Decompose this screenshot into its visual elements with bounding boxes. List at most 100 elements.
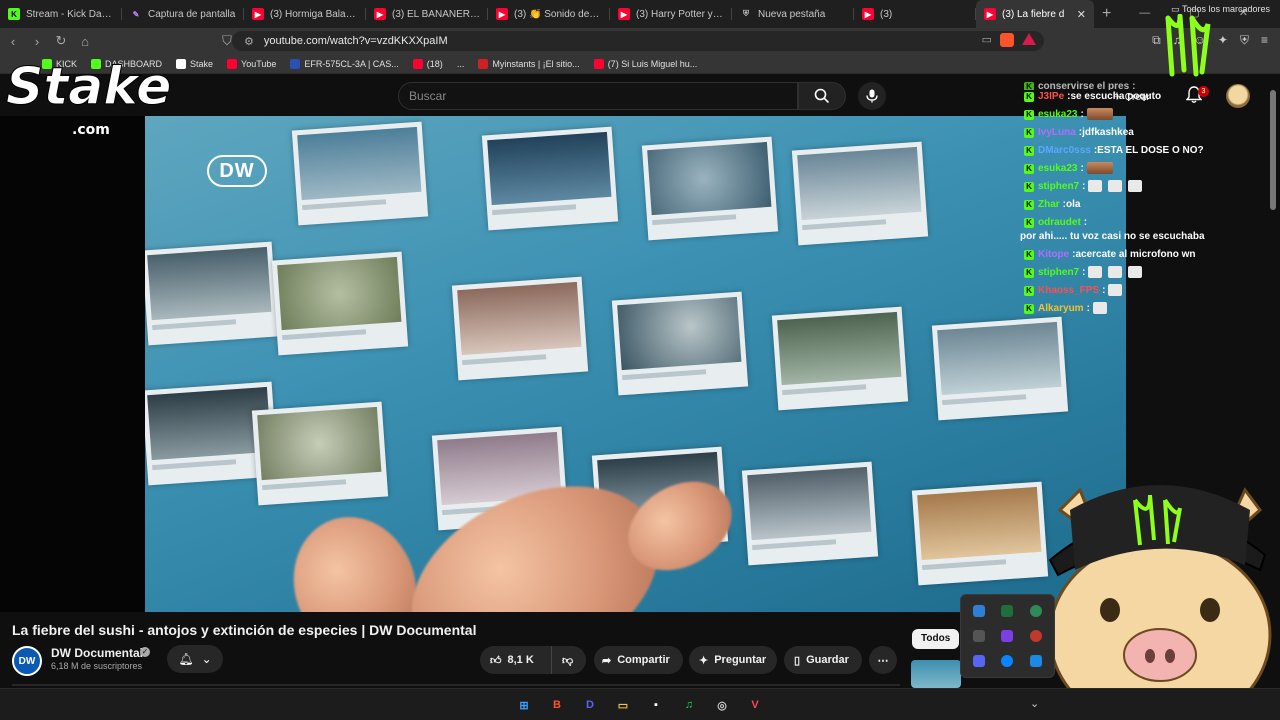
cast-icon[interactable]: ▭	[982, 33, 992, 47]
video-frame	[145, 116, 1126, 612]
forward-icon[interactable]: ›	[26, 34, 48, 49]
filter-chip-all[interactable]: Todos	[912, 629, 960, 649]
back-icon[interactable]: ‹	[2, 34, 24, 49]
bookmark-item[interactable]: (18)	[412, 58, 443, 69]
bookmark-favicon	[478, 58, 489, 69]
bookmark-item[interactable]: YouTube	[227, 58, 276, 69]
kick-badge-icon: K	[1024, 110, 1034, 120]
browser-tab[interactable]: ▶ (3) Hormiga Bala | Do	[244, 0, 366, 28]
page-scrollbar[interactable]	[1270, 90, 1276, 210]
fish-photo-card	[251, 401, 389, 506]
windows-taskbar: ⊞ B D ▭ ▪ ♫ ◎ V ⌄	[0, 688, 1280, 720]
bookmark-item[interactable]: EFR-575CL-3A | CAS...	[290, 58, 399, 69]
tray-app-icon[interactable]	[973, 605, 986, 618]
tray-app-icon[interactable]	[1001, 629, 1014, 642]
valorant-icon[interactable]: V	[745, 695, 765, 715]
kick-badge-icon: K	[1024, 146, 1034, 156]
youtube-icon: ▶	[618, 8, 630, 20]
vpn-icon[interactable]: ⛨	[1240, 33, 1249, 48]
extensions-icon[interactable]: ⧉	[1152, 33, 1161, 48]
browser-tab[interactable]: ▶ (3) EL BANANERO - I	[366, 0, 488, 28]
bookmark-item[interactable]: (7) Si Luis Miguel hu...	[593, 58, 697, 69]
search-input[interactable]: Buscar	[398, 82, 798, 110]
browser-tab[interactable]: ▶ (3)	[854, 0, 976, 28]
chat-text: por ahi..... tu voz casi no se escuchaba	[1020, 231, 1205, 242]
channel-avatar[interactable]: DW	[12, 646, 42, 676]
chat-username: Khaoss_FPS	[1038, 285, 1100, 296]
stream-chat-overlay: Kconservirse el pres: K J3IPe: se escucha…	[1020, 80, 1260, 320]
browser-tab[interactable]: ▶ (3) La fiebre d ✕	[976, 0, 1094, 28]
nvidia-icon[interactable]	[1001, 605, 1014, 618]
file-explorer-icon[interactable]: ▭	[613, 695, 633, 715]
chat-emote	[1108, 266, 1123, 278]
stake-logo-sub: .com	[72, 122, 110, 138]
tab-title: (3) EL BANANERO - I	[392, 8, 480, 20]
recommended-video-thumbnail[interactable]	[911, 660, 961, 688]
video-player[interactable]	[0, 116, 1126, 612]
kick-badge-icon: K	[1024, 92, 1034, 102]
discord-tray-icon[interactable]	[973, 654, 986, 667]
extension-icon[interactable]: ✦	[1218, 33, 1228, 48]
new-tab-button[interactable]: +	[1102, 5, 1111, 23]
dislike-button[interactable]: 👎︎	[552, 654, 573, 667]
close-tab-icon[interactable]: ✕	[1077, 8, 1086, 21]
share-button[interactable]: ➦ Compartir	[594, 646, 683, 674]
tray-app-icon[interactable]	[973, 629, 986, 642]
mic-icon	[866, 89, 878, 103]
brave-shields-icon[interactable]	[1000, 33, 1014, 47]
mic-tray-icon[interactable]	[1029, 629, 1042, 642]
channel-name[interactable]: DW Documental	[51, 646, 143, 660]
kick-badge-icon: K	[1024, 82, 1034, 90]
ask-button[interactable]: ✦ Preguntar	[689, 646, 777, 674]
cat-avatar-overlay	[1048, 485, 1272, 720]
browser-tab[interactable]: K Stream - Kick Dashbo	[0, 0, 122, 28]
search-button[interactable]	[798, 82, 846, 110]
tab-title: (3)	[880, 8, 893, 20]
app-icon[interactable]: ▪	[646, 695, 666, 715]
voice-search-button[interactable]	[858, 82, 886, 110]
browser-tab[interactable]: ▶ (3) 👏 Sonido de ap	[488, 0, 610, 28]
chat-username: stiphen7	[1038, 181, 1080, 192]
video-title: La fiebre del sushi - antojos y extinció…	[12, 622, 477, 638]
tray-app-icon[interactable]	[1029, 605, 1042, 618]
bookmark-item[interactable]: ...	[457, 59, 465, 69]
browser-tab[interactable]: ▶ (3) Harry Potter y las	[610, 0, 732, 28]
bookmark-item[interactable]: Myinstants | ¡El sitio...	[478, 58, 580, 69]
system-tray-overflow	[960, 594, 1055, 678]
save-button[interactable]: ▯ Guardar	[784, 646, 862, 674]
like-button[interactable]: 👍︎ 8,1 K	[480, 646, 552, 674]
chat-message: Kesuka23:	[1020, 162, 1260, 176]
chat-separator: :	[1132, 81, 1136, 90]
reload-icon[interactable]: ↻	[50, 33, 72, 49]
bluetooth-icon[interactable]	[1029, 654, 1042, 667]
windows-start-icon[interactable]: ⊞	[514, 695, 534, 715]
spotify-icon[interactable]: ♫	[679, 695, 699, 715]
brave-icon[interactable]: B	[547, 695, 567, 715]
fish-photo-card	[741, 461, 879, 566]
tray-app-icon[interactable]	[1001, 654, 1014, 667]
verified-icon: ✓	[140, 647, 150, 657]
more-actions-button[interactable]: ⋯	[869, 646, 897, 674]
address-bar[interactable]: ⚙ youtube.com/watch?v=vzdKKXXpaIM ▭	[232, 31, 1044, 51]
browser-tab[interactable]: ⛨ Nueva pestaña	[732, 0, 854, 28]
bookmark-label: Stake	[190, 58, 214, 69]
brave-rewards-icon[interactable]	[1022, 33, 1036, 45]
tray-chevron-icon[interactable]: ⌄	[1030, 697, 1039, 710]
bookmark-item[interactable]: Stake	[176, 58, 214, 69]
obs-icon[interactable]: ◎	[712, 695, 732, 715]
chat-username: odraudet	[1038, 217, 1081, 228]
url-text: youtube.com/watch?v=vzdKKXXpaIM	[263, 35, 448, 47]
discord-icon[interactable]: D	[580, 695, 600, 715]
menu-icon[interactable]: ≡	[1261, 33, 1268, 48]
browser-tab[interactable]: ✎ Captura de pantalla	[122, 0, 244, 28]
home-icon[interactable]: ⌂	[74, 34, 96, 49]
chat-username: Alkaryum	[1038, 303, 1084, 314]
bookmark-label: Myinstants | ¡El sitio...	[492, 58, 580, 69]
site-info-icon[interactable]: ⚙	[244, 35, 254, 48]
description-divider	[12, 684, 900, 686]
chat-username: esuka23	[1038, 109, 1078, 120]
folder-icon: ▭	[1171, 4, 1182, 14]
chat-emote	[1108, 180, 1123, 192]
subscription-bell-button[interactable]: 🔔︎ ⌄	[167, 645, 223, 673]
bookmark-label: EFR-575CL-3A | CAS...	[304, 58, 399, 69]
